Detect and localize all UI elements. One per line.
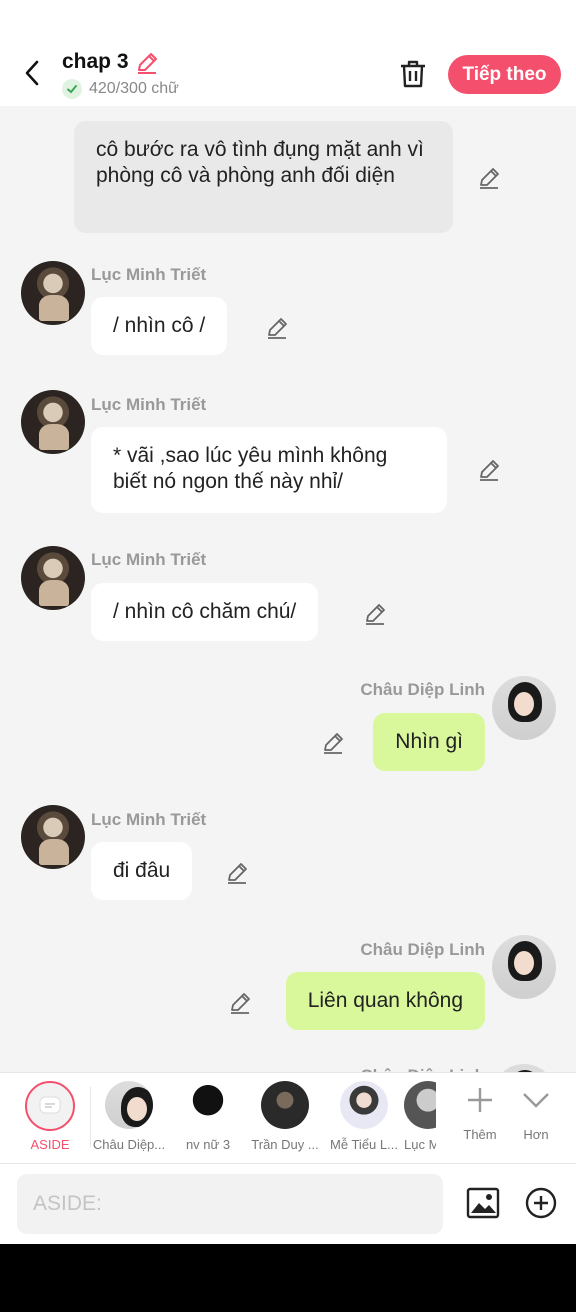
character-label: Châu Diệp...	[92, 1137, 166, 1152]
message-bubble[interactable]: * vãi ,sao lúc yêu mình không biết nó ng…	[91, 427, 447, 513]
character-avatar	[340, 1081, 388, 1129]
avatar[interactable]	[492, 676, 556, 740]
message-input[interactable]	[17, 1174, 443, 1234]
avatar[interactable]	[21, 546, 85, 610]
character-label: Trần Duy ...	[251, 1137, 319, 1152]
back-button[interactable]	[18, 58, 46, 88]
sender-name: Lục Minh Triết	[91, 810, 207, 829]
edit-message-icon[interactable]	[264, 315, 290, 341]
edit-message-icon[interactable]	[362, 601, 388, 627]
message-bubble[interactable]: / nhìn cô chăm chú/	[91, 583, 319, 641]
insert-image-button[interactable]	[466, 1186, 500, 1220]
edit-message-icon[interactable]	[224, 860, 250, 886]
edit-message-icon[interactable]	[227, 990, 253, 1016]
sender-name: Lục Minh Triết	[91, 265, 207, 284]
add-label: Thêm	[463, 1127, 497, 1142]
narration-bubble[interactable]: cô bước ra vô tình đụng mặt anh vì phòng…	[74, 121, 453, 233]
image-icon	[466, 1187, 500, 1219]
edit-message-icon[interactable]	[476, 165, 502, 191]
edit-title-icon[interactable]	[134, 50, 160, 76]
chat-editor-screen: chap 3 420/300 chữ Tiếp theo cô bước ra …	[0, 0, 576, 1244]
chevron-left-icon	[25, 60, 39, 86]
character-avatar	[261, 1081, 309, 1129]
edit-message-icon[interactable]	[320, 730, 346, 756]
character-avatar	[184, 1081, 232, 1129]
word-count: 420/300 chữ	[89, 80, 179, 97]
edit-message-icon[interactable]	[476, 457, 502, 483]
character-label: Mễ Tiểu L...	[330, 1137, 398, 1152]
character-label: Lục M	[404, 1137, 436, 1152]
message-bubble[interactable]: đi đâu	[91, 842, 193, 900]
add-character-button[interactable]: Thêm	[455, 1083, 505, 1142]
character-item[interactable]: Lục M	[404, 1081, 436, 1152]
plus-circle-icon	[525, 1187, 557, 1219]
plus-icon	[468, 1088, 492, 1112]
expand-label: Hơn	[523, 1127, 549, 1142]
character-item[interactable]: Mễ Tiểu L...	[326, 1081, 402, 1152]
message-bubble[interactable]: Nhìn gì	[373, 713, 485, 771]
sender-name: Lục Minh Triết	[91, 395, 207, 414]
sender-name: Châu Diệp Linh	[360, 680, 485, 699]
header: chap 3 420/300 chữ Tiếp theo	[0, 0, 576, 106]
avatar[interactable]	[21, 805, 85, 869]
character-item[interactable]: nv nữ 3	[170, 1081, 246, 1152]
sender-name: Châu Diệp Linh	[360, 940, 485, 959]
message-bubble[interactable]: / nhìn cô /	[91, 297, 228, 355]
word-count-row: 420/300 chữ	[62, 79, 179, 99]
navigation-bar-area	[0, 1244, 576, 1312]
character-avatar	[404, 1081, 436, 1129]
character-item[interactable]: Trần Duy ...	[247, 1081, 323, 1152]
message-bubble[interactable]: Liên quan không	[285, 972, 485, 1030]
delete-button[interactable]	[398, 58, 428, 90]
avatar[interactable]	[21, 261, 85, 325]
aside-label: ASIDE	[30, 1137, 70, 1152]
avatar[interactable]	[492, 935, 556, 999]
character-avatar	[105, 1081, 153, 1129]
character-item[interactable]: Châu Diệp...	[91, 1081, 167, 1152]
next-button[interactable]: Tiếp theo	[448, 55, 561, 94]
chat-bubble-icon	[39, 1096, 61, 1114]
character-bar: ASIDE Châu Diệp... nv nữ 3 Trần Duy ... …	[0, 1072, 576, 1164]
check-icon	[62, 79, 82, 99]
expand-button[interactable]: Hơn	[511, 1083, 561, 1142]
chapter-title[interactable]: chap 3	[62, 50, 129, 74]
aside-character[interactable]: ASIDE	[18, 1081, 82, 1152]
sender-name: Lục Minh Triết	[91, 550, 207, 569]
chevron-down-icon	[523, 1093, 549, 1108]
trash-icon	[401, 60, 425, 88]
input-bar	[0, 1164, 576, 1244]
avatar[interactable]	[21, 390, 85, 454]
character-label: nv nữ 3	[185, 1137, 231, 1152]
add-button[interactable]	[524, 1186, 558, 1220]
